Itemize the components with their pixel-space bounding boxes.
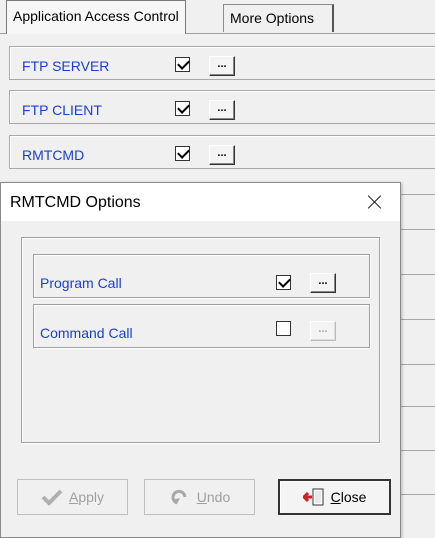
dialog-title: RMTCMD Options bbox=[10, 194, 141, 211]
row-divider bbox=[400, 319, 435, 320]
program-call-options-button[interactable]: ... bbox=[310, 273, 336, 293]
rmtcmd-options-dialog: RMTCMD Options Program Call ... Command … bbox=[0, 182, 401, 538]
apply-mnemonic: A bbox=[68, 489, 79, 505]
undo-button[interactable]: Undo bbox=[144, 479, 255, 515]
option-row-program-call: Program Call ... bbox=[33, 254, 370, 298]
ftp-client-options-button[interactable]: ... bbox=[209, 100, 235, 120]
close-icon[interactable] bbox=[365, 192, 385, 212]
apply-button[interactable]: Apply bbox=[17, 479, 128, 515]
row-divider bbox=[400, 229, 435, 230]
row-divider bbox=[400, 194, 435, 195]
rmtcmd-options-button[interactable]: ... bbox=[209, 145, 235, 165]
option-label: Program Call bbox=[40, 275, 122, 291]
options-group: Program Call ... Command Call ... bbox=[21, 237, 380, 443]
checkmark-icon bbox=[41, 488, 63, 506]
program-call-checkbox[interactable] bbox=[276, 275, 291, 290]
rmtcmd-checkbox[interactable] bbox=[175, 146, 190, 161]
tab-more-options[interactable]: More Options bbox=[223, 4, 334, 32]
exit-door-icon bbox=[302, 488, 325, 506]
ftp-client-checkbox[interactable] bbox=[175, 101, 190, 116]
option-row-command-call: Command Call ... bbox=[33, 304, 370, 348]
app-row-rmtcmd: RMTCMD ... bbox=[9, 135, 435, 169]
row-divider bbox=[400, 494, 435, 495]
command-call-checkbox[interactable] bbox=[276, 321, 291, 336]
app-label: RMTCMD bbox=[22, 147, 85, 163]
option-label: Command Call bbox=[40, 325, 133, 341]
ftp-server-checkbox[interactable] bbox=[175, 57, 190, 72]
tab-strip: Application Access Control More Options bbox=[0, 0, 435, 34]
undo-mnemonic: U bbox=[196, 489, 207, 505]
close-mnemonic: C bbox=[330, 489, 341, 505]
app-row-ftp-server: FTP SERVER ... bbox=[9, 46, 435, 80]
app-label: FTP SERVER bbox=[22, 58, 110, 74]
close-button[interactable]: Close bbox=[278, 479, 391, 515]
dialog-titlebar[interactable]: RMTCMD Options bbox=[1, 183, 400, 221]
app-label: FTP CLIENT bbox=[22, 102, 102, 118]
apply-label: pply bbox=[78, 489, 105, 505]
command-call-options-button[interactable]: ... bbox=[310, 321, 336, 341]
undo-arrow-icon bbox=[169, 488, 191, 506]
app-row-ftp-client: FTP CLIENT ... bbox=[9, 90, 435, 124]
row-divider bbox=[400, 274, 435, 275]
ftp-server-options-button[interactable]: ... bbox=[209, 56, 235, 76]
row-divider bbox=[400, 364, 435, 365]
undo-label: ndo bbox=[206, 489, 231, 505]
row-divider bbox=[400, 406, 435, 407]
tab-application-access-control[interactable]: Application Access Control bbox=[6, 0, 186, 34]
close-label: lose bbox=[340, 489, 367, 505]
row-divider bbox=[400, 450, 435, 451]
